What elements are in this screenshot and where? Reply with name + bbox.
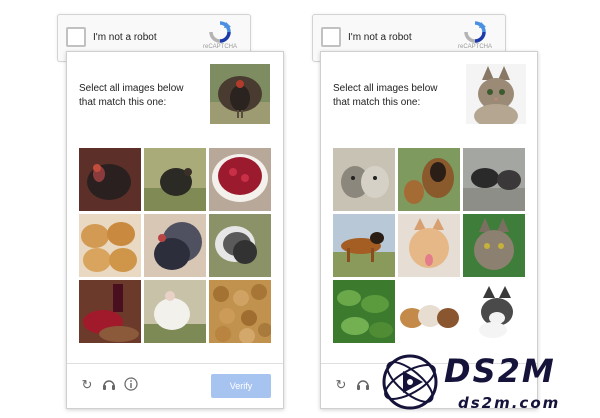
challenge-prompt: Select all images below that match this … [333, 83, 438, 108]
tile-kitten-2[interactable] [463, 280, 525, 343]
recaptcha-brand-text: reCAPTCHA [457, 44, 492, 50]
headphones-icon[interactable] [101, 377, 117, 393]
tile-turkey[interactable] [79, 148, 141, 211]
not-a-robot-checkbox[interactable] [66, 27, 86, 47]
tile-plant-leaves[interactable] [333, 280, 395, 343]
tile-turkey-3[interactable] [209, 214, 271, 277]
recaptcha-logo-icon [209, 21, 231, 43]
recaptcha-logo: reCAPTCHA [200, 21, 240, 55]
tile-turkey-field[interactable] [144, 148, 206, 211]
tile-walnuts[interactable] [209, 280, 271, 343]
recaptcha-logo: reCAPTCHA [455, 21, 495, 55]
tile-german-shepherd[interactable] [333, 214, 395, 277]
not-a-robot-label: I'm not a robot [348, 32, 412, 43]
tile-bread-rolls[interactable] [79, 214, 141, 277]
headphones-glyph-icon [103, 380, 115, 390]
tile-turkey-2[interactable] [144, 214, 206, 277]
challenge-panel: Select all images below that match this … [66, 51, 284, 409]
challenge-footer: ↻ Verify [67, 363, 283, 408]
watermark-brand: DS2M [444, 352, 556, 390]
info-glyph-icon [124, 377, 138, 391]
image-grid [79, 148, 272, 344]
tile-wine-cranberries[interactable] [79, 280, 141, 343]
not-a-robot-checkbox[interactable] [321, 27, 341, 47]
tile-cranberry-sauce[interactable] [209, 148, 271, 211]
tile-cats[interactable] [333, 148, 395, 211]
verify-button[interactable]: Verify [211, 374, 271, 398]
reload-icon[interactable]: ↻ [333, 377, 349, 393]
challenge-prompt: Select all images below that match this … [79, 83, 184, 108]
watermark-url: ds2m.com [458, 394, 561, 412]
reload-icon[interactable]: ↻ [79, 377, 95, 393]
recaptcha-brand-text: reCAPTCHA [202, 44, 237, 50]
watermark: DS2M ds2m.com [378, 350, 598, 416]
recaptcha-logo-icon [464, 21, 486, 43]
tile-dogs[interactable] [463, 148, 525, 211]
tile-kitten[interactable] [398, 214, 460, 277]
watermark-logo-icon [382, 354, 438, 410]
info-icon[interactable] [123, 377, 139, 393]
sample-image-turkey [210, 64, 270, 124]
image-grid [333, 148, 526, 344]
headphones-icon[interactable] [355, 377, 371, 393]
tile-dog-puppy[interactable] [398, 148, 460, 211]
sample-image-cat [466, 64, 526, 124]
not-a-robot-label: I'm not a robot [93, 32, 157, 43]
tile-white-turkey[interactable] [144, 280, 206, 343]
tile-tabby-cat[interactable] [463, 214, 525, 277]
headphones-glyph-icon [357, 380, 369, 390]
tile-guinea-pigs[interactable] [398, 280, 460, 343]
